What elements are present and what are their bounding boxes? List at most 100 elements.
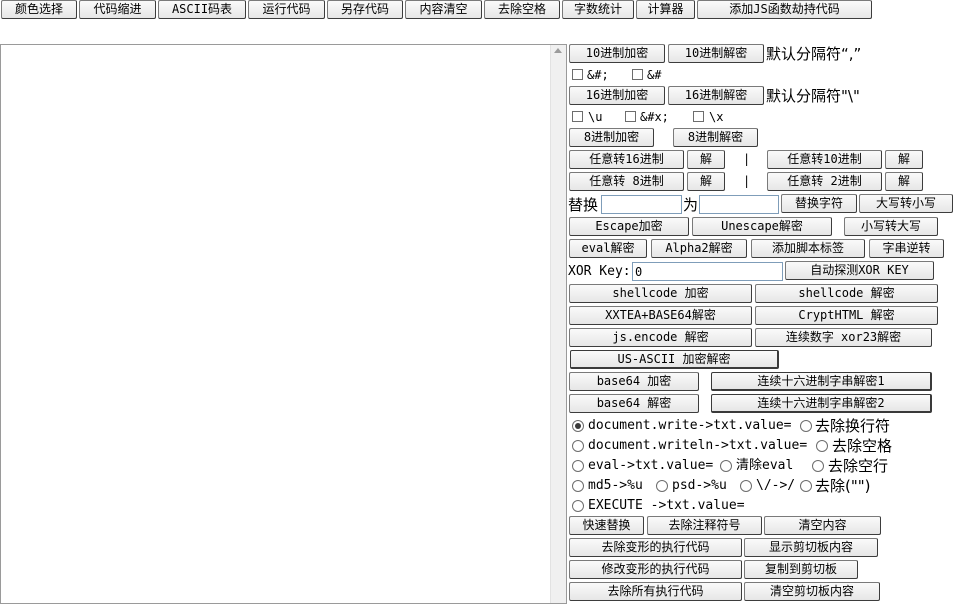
code-indent-button[interactable]: 代码缩进 [79,0,156,19]
separator: | [743,152,751,166]
escape-encode-button[interactable]: Escape加密 [569,217,689,236]
document-write-label: document.write->txt.value= [588,418,792,433]
base64-encode-button[interactable]: base64 加密 [569,372,699,391]
slash-label: \/->/ [756,478,796,493]
hex-opt2-checkbox[interactable] [625,111,636,122]
to-bin-button[interactable]: 任意转 2进制 [767,172,882,191]
remove-spaces-label: 去除空格 [832,437,893,455]
eval-radio[interactable] [572,460,584,472]
to-oct-button[interactable]: 任意转 8进制 [569,172,684,191]
remove-blank-lines-radio[interactable] [812,460,824,472]
word-count-button[interactable]: 字数统计 [562,0,634,19]
alpha2-decode-button[interactable]: Alpha2解密 [651,239,747,258]
dec-opt2-checkbox[interactable] [632,69,643,80]
xor-key-label: XOR Key: [568,264,631,279]
shellcode-decode-button[interactable]: shellcode 解密 [755,284,938,303]
remove-quotes-label: 去除("") [815,477,871,495]
remove-blank-lines-label: 去除空行 [828,457,889,475]
from-dec-button[interactable]: 解 [885,150,923,169]
from-hex-button[interactable]: 解 [687,150,725,169]
eval-label: eval->txt.value= [588,458,714,473]
document-write-radio[interactable] [572,420,584,432]
eval-decode-button[interactable]: eval解密 [569,239,647,258]
us-ascii-button[interactable]: US-ASCII 加密解密 [570,350,779,369]
dec-separator-label: 默认分隔符“,” [766,45,862,63]
hex-string-decode1-button[interactable]: 连续十六进制字串解密1 [711,372,932,391]
color-picker-button[interactable]: 颜色选择 [1,0,77,19]
crypthtml-decode-button[interactable]: CryptHTML 解密 [755,306,938,325]
dec-encode-button[interactable]: 10进制加密 [569,44,665,63]
remove-spaces-button[interactable]: 去除空格 [484,0,560,19]
clear-eval-label: 清除eval [736,458,794,473]
xxtea-base64-decode-button[interactable]: XXTEA+BASE64解密 [569,306,752,325]
remove-deformed-exec-button[interactable]: 去除变形的执行代码 [569,538,742,557]
modify-deformed-exec-button[interactable]: 修改变形的执行代码 [569,560,742,579]
from-oct-button[interactable]: 解 [687,172,725,191]
base64-decode-button[interactable]: base64 解密 [569,394,699,413]
replace-button[interactable]: 替换字符 [781,194,857,213]
xor23-decode-button[interactable]: 连续数字 xor23解密 [755,328,932,347]
execute-radio[interactable] [572,500,584,512]
vertical-scrollbar[interactable] [550,45,566,603]
copy-to-clipboard-button[interactable]: 复制到剪切板 [744,560,858,579]
oct-encode-button[interactable]: 8进制加密 [569,128,654,147]
quick-replace-button[interactable]: 快速替换 [569,516,644,535]
clear-eval-radio[interactable] [720,460,732,472]
replace-from-input[interactable] [601,195,682,214]
show-clipboard-button[interactable]: 显示剪切板内容 [744,538,878,557]
hex-opt1-label: \u [588,110,603,124]
hex-separator-label: 默认分隔符"\" [766,87,860,105]
execute-label: EXECUTE ->txt.value= [588,498,745,513]
replace-with-label: 为 [683,196,699,214]
hex-opt3-checkbox[interactable] [693,111,704,122]
upper-to-lower-button[interactable]: 大写转小写 [859,194,953,213]
ascii-table-button[interactable]: ASCII码表 [158,0,246,19]
unescape-decode-button[interactable]: Unescape解密 [692,217,832,236]
dec-opt1-label: &#; [587,68,609,82]
dec-opt2-label: &# [647,68,662,82]
dec-opt1-checkbox[interactable] [572,69,583,80]
code-textarea[interactable] [0,44,567,604]
hex-opt3-label: \x [709,110,724,124]
js-encode-decode-button[interactable]: js.encode 解密 [569,328,752,347]
hex-encode-button[interactable]: 16进制加密 [569,86,665,105]
reverse-string-button[interactable]: 字串逆转 [869,239,944,258]
md5-radio[interactable] [572,480,584,492]
remove-newline-label: 去除换行符 [815,417,891,435]
from-bin-button[interactable]: 解 [885,172,923,191]
hex-opt1-checkbox[interactable] [572,111,583,122]
to-hex-button[interactable]: 任意转16进制 [569,150,684,169]
lower-to-upper-button[interactable]: 小写转大写 [844,217,938,236]
clear-content-button[interactable]: 内容清空 [405,0,482,19]
document-writeln-label: document.writeln->txt.value= [588,438,808,453]
replace-to-input[interactable] [699,195,779,214]
clear-button[interactable]: 清空内容 [764,516,881,535]
save-as-button[interactable]: 另存代码 [327,0,403,19]
psd-label: psd->%u [672,478,727,493]
add-script-tag-button[interactable]: 添加脚本标签 [751,239,865,258]
add-js-hook-button[interactable]: 添加JS函数劫持代码 [697,0,872,19]
document-writeln-radio[interactable] [572,440,584,452]
remove-spaces-radio[interactable] [816,440,828,452]
remove-all-exec-button[interactable]: 去除所有执行代码 [569,582,742,601]
remove-quotes-radio[interactable] [800,480,812,492]
oct-decode-button[interactable]: 8进制解密 [673,128,758,147]
run-code-button[interactable]: 运行代码 [248,0,325,19]
md5-label: md5->%u [588,478,643,493]
hex-string-decode2-button[interactable]: 连续十六进制字串解密2 [711,394,932,413]
detect-xor-key-button[interactable]: 自动探测XOR KEY [785,261,934,280]
slash-radio[interactable] [740,480,752,492]
scroll-up-arrow-icon[interactable] [554,48,562,53]
replace-label: 替换 [568,196,599,214]
hex-decode-button[interactable]: 16进制解密 [668,86,764,105]
psd-radio[interactable] [656,480,668,492]
remove-comments-button[interactable]: 去除注释符号 [647,516,762,535]
to-dec-button[interactable]: 任意转10进制 [767,150,882,169]
shellcode-encode-button[interactable]: shellcode 加密 [569,284,752,303]
dec-decode-button[interactable]: 10进制解密 [668,44,764,63]
hex-opt2-label: &#x; [640,110,669,124]
xor-key-input[interactable] [632,262,783,281]
clear-clipboard-button[interactable]: 清空剪切板内容 [744,582,880,601]
remove-newline-radio[interactable] [800,420,812,432]
calculator-button[interactable]: 计算器 [636,0,695,19]
